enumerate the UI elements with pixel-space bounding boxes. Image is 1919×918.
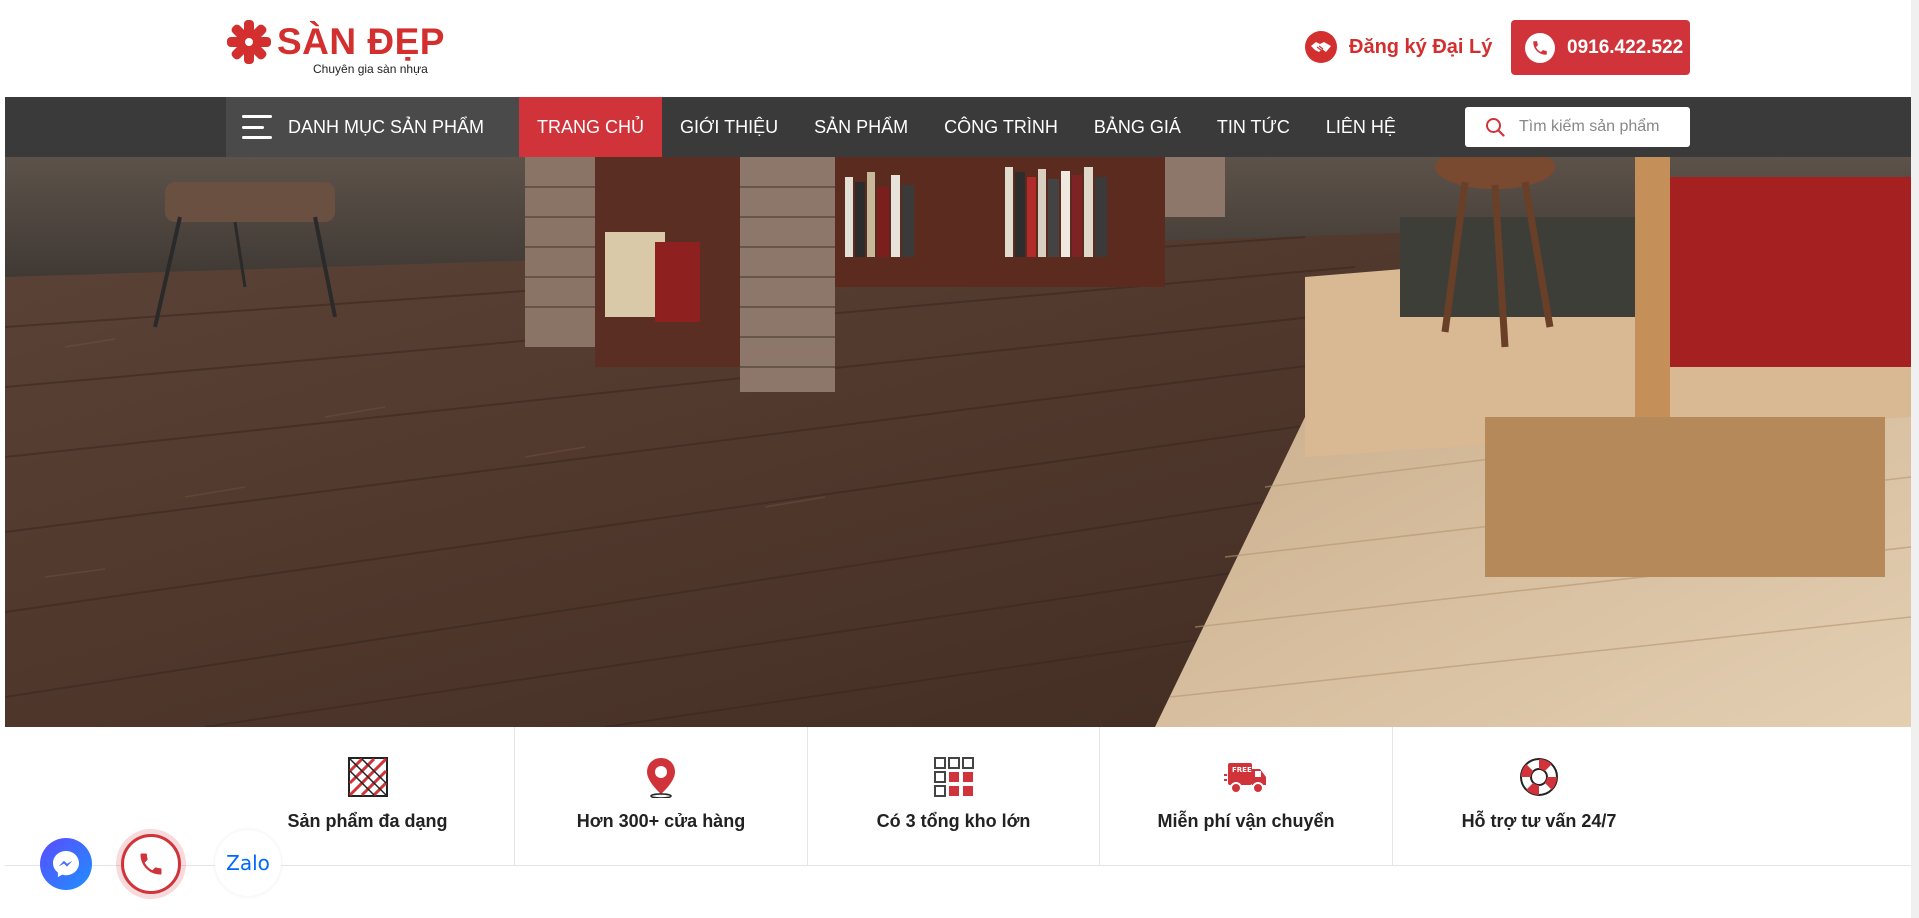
lifebuoy-icon bbox=[1517, 755, 1561, 799]
nav-item-news[interactable]: TIN TỨC bbox=[1199, 97, 1308, 157]
zalo-label: Zalo bbox=[226, 851, 270, 875]
warehouse-grid-icon bbox=[932, 755, 976, 799]
nav-menu: TRANG CHỦ GIỚI THIỆU SẢN PHẨM CÔNG TRÌNH… bbox=[519, 97, 1414, 157]
hero-image bbox=[5, 157, 1911, 727]
tiles-icon bbox=[346, 755, 390, 799]
search-input[interactable] bbox=[1519, 118, 1679, 136]
handshake-icon bbox=[1305, 31, 1337, 63]
category-menu-button[interactable]: DANH MỤC SẢN PHẨM bbox=[226, 97, 520, 157]
svg-text:FREE: FREE bbox=[1232, 766, 1252, 774]
hamburger-icon bbox=[242, 115, 272, 139]
page: SÀN ĐẸP Chuyên gia sàn nhựa Đăng ký Đại … bbox=[0, 0, 1919, 918]
nav-item-about[interactable]: GIỚI THIỆU bbox=[662, 97, 796, 157]
features-strip: Sản phẩm đa dạng Hơn 300+ cửa hàng Có 3 … bbox=[5, 727, 1911, 866]
nav-item-products[interactable]: SẢN PHẨM bbox=[796, 97, 926, 157]
logo-tagline: Chuyên gia sàn nhựa bbox=[313, 62, 428, 76]
logo-name: SÀN ĐẸP bbox=[277, 21, 445, 62]
nav-item-pricing[interactable]: BẢNG GIÁ bbox=[1076, 97, 1199, 157]
main-nav: DANH MỤC SẢN PHẨM TRANG CHỦ GIỚI THIỆU S… bbox=[5, 97, 1911, 157]
feature-label: Hỗ trợ tư vấn 24/7 bbox=[1461, 811, 1617, 831]
map-pin-icon bbox=[639, 755, 683, 799]
hotline-number: 0916.422.522 bbox=[1567, 36, 1684, 58]
feature-label: Hơn 300+ cửa hàng bbox=[576, 811, 746, 831]
search-box[interactable] bbox=[1465, 107, 1690, 147]
hotline-button[interactable]: 0916.422.522 bbox=[1511, 20, 1690, 75]
dealer-register-label: Đăng ký Đại Lý bbox=[1349, 35, 1493, 58]
zalo-button[interactable]: Zalo bbox=[215, 830, 281, 896]
scrollbar[interactable] bbox=[1911, 0, 1919, 918]
call-button[interactable] bbox=[121, 834, 181, 894]
messenger-button[interactable] bbox=[40, 838, 92, 890]
dealer-register-link[interactable]: Đăng ký Đại Lý bbox=[1305, 30, 1492, 64]
logo[interactable]: SÀN ĐẸP Chuyên gia sàn nhựa bbox=[221, 18, 451, 80]
search-icon[interactable] bbox=[1485, 117, 1505, 137]
phone-icon bbox=[140, 853, 162, 875]
hero-banner[interactable] bbox=[5, 157, 1911, 727]
feature-label: Có 3 tổng kho lớn bbox=[876, 811, 1031, 831]
nav-item-projects[interactable]: CÔNG TRÌNH bbox=[926, 97, 1076, 157]
feature-item: Có 3 tổng kho lớn bbox=[808, 727, 1100, 866]
asterisk-logo-icon bbox=[227, 20, 271, 64]
feature-label: Sản phẩm đa dạng bbox=[287, 811, 448, 831]
feature-item: Hơn 300+ cửa hàng bbox=[515, 727, 808, 866]
phone-icon bbox=[1525, 32, 1555, 63]
free-shipping-truck-icon: FREE bbox=[1224, 755, 1268, 799]
feature-item: FREE Miễn phí vận chuyển bbox=[1100, 727, 1393, 866]
nav-item-contact[interactable]: LIÊN HỆ bbox=[1308, 97, 1414, 157]
messenger-icon bbox=[53, 851, 79, 877]
feature-label: Miễn phí vận chuyển bbox=[1157, 811, 1335, 831]
feature-item: Hỗ trợ tư vấn 24/7 bbox=[1393, 727, 1685, 866]
nav-item-home[interactable]: TRANG CHỦ bbox=[519, 97, 662, 157]
category-menu-label: DANH MỤC SẢN PHẨM bbox=[288, 116, 485, 137]
